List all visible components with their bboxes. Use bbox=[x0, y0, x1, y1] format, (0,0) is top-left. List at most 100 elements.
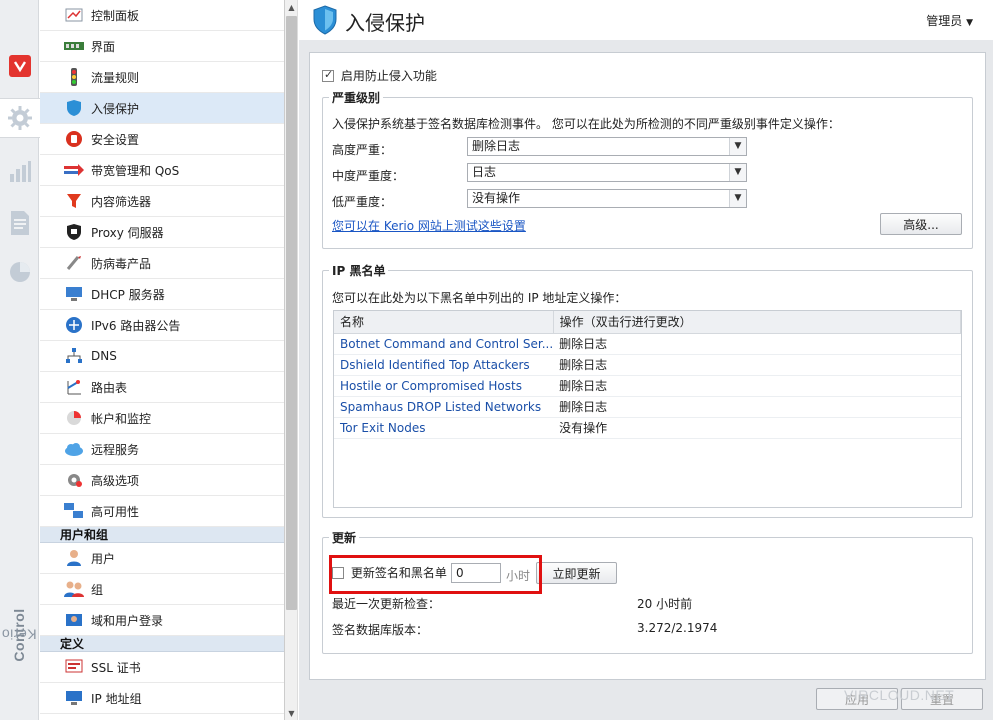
blacklist-name-cell: Botnet Command and Control Ser... bbox=[334, 333, 554, 355]
enable-ips-row[interactable]: 启用防止侵入功能 bbox=[322, 67, 437, 84]
sidebar-item-label: 内容筛选器 bbox=[91, 194, 152, 209]
bandwidth-icon bbox=[64, 161, 84, 179]
sidebar-item[interactable]: 控制面板 bbox=[40, 0, 284, 31]
proxy-server-icon bbox=[64, 223, 84, 241]
sidebar-navigation: 控制面板界面流量规则入侵保护安全设置带宽管理和 QoS 内容筛选器 Proxy 伺服… bbox=[40, 0, 285, 720]
chevron-down-icon: ▼ bbox=[729, 138, 746, 155]
medium-severity-label: 中度严重度： bbox=[332, 169, 405, 183]
enable-ips-checkbox[interactable] bbox=[322, 68, 334, 82]
sidebar-scrollbar[interactable]: ▲ ▼ bbox=[285, 0, 298, 720]
table-row[interactable]: Tor Exit Nodes 没有操作 bbox=[334, 417, 961, 439]
cloud-icon bbox=[64, 440, 84, 458]
enable-ips-label: 启用防止侵入功能 bbox=[340, 69, 437, 83]
scrollbar-thumb[interactable] bbox=[286, 16, 297, 610]
sidebar-item[interactable]: 安全设置 bbox=[40, 124, 284, 155]
sidebar-item[interactable]: 高可用性 bbox=[40, 496, 284, 527]
table-row[interactable]: Botnet Command and Control Ser... 删除日志 bbox=[334, 333, 961, 355]
sidebar-item-label: 路由表 bbox=[91, 380, 128, 395]
table-row[interactable]: Hostile or Compromised Hosts 删除日志 bbox=[334, 375, 961, 397]
advanced-options-icon bbox=[64, 471, 84, 489]
sidebar-item[interactable]: 远程服务 bbox=[40, 434, 284, 465]
ipv6-router-icon bbox=[64, 316, 84, 334]
medium-severity-select[interactable]: 日志 ▼ bbox=[467, 163, 747, 182]
sidebar-item[interactable]: 组 bbox=[40, 574, 284, 605]
blacklist-action-cell[interactable]: 删除日志 bbox=[553, 333, 961, 355]
high-availability-icon bbox=[64, 502, 84, 520]
watermark: VIRCLOUD.NET bbox=[844, 687, 955, 703]
user-menu[interactable]: 管理员 ▼ bbox=[926, 12, 973, 29]
status-bars-icon[interactable] bbox=[0, 152, 39, 192]
content-area: 启用防止侵入功能 严重级别 入侵保护系统基于签名数据库检测事件。 您可以在此处为… bbox=[299, 40, 993, 720]
update-legend: 更新 bbox=[332, 531, 357, 545]
page-header: 入侵保护 管理员 ▼ bbox=[299, 0, 993, 40]
sidebar-item[interactable]: 域和用户登录 bbox=[40, 605, 284, 636]
app-rail: Kerio Control bbox=[0, 0, 40, 720]
sidebar-item[interactable]: 带宽管理和 QoS bbox=[40, 155, 284, 186]
sidebar-item[interactable]: 内容筛选器 bbox=[40, 186, 284, 217]
kerio-logo-icon[interactable] bbox=[0, 46, 39, 86]
blacklist-action-cell[interactable]: 删除日志 bbox=[553, 354, 961, 376]
kerio-control-brand: Kerio Control bbox=[1, 608, 37, 662]
routing-table-icon bbox=[64, 378, 84, 396]
blacklist-action-cell[interactable]: 删除日志 bbox=[553, 396, 961, 418]
caret-down-icon: ▼ bbox=[966, 18, 973, 28]
statistics-pie-icon[interactable] bbox=[0, 252, 39, 292]
high-severity-select[interactable]: 删除日志 ▼ bbox=[467, 137, 747, 156]
scroll-down-arrow-icon[interactable]: ▼ bbox=[285, 706, 298, 720]
sidebar-item[interactable]: SSL 证书 bbox=[40, 652, 284, 683]
traffic-light-icon bbox=[64, 68, 84, 86]
blacklist-action-cell[interactable]: 没有操作 bbox=[553, 417, 961, 439]
sidebar-item-label: DHCP 服务器 bbox=[91, 287, 165, 302]
sidebar-item-label: 防病毒产品 bbox=[91, 256, 152, 271]
low-severity-select[interactable]: 没有操作 ▼ bbox=[467, 189, 747, 208]
sidebar-item-label: IP 地址组 bbox=[91, 691, 142, 706]
sidebar-item-label: 流量规则 bbox=[91, 70, 140, 85]
update-now-button[interactable]: 立即更新 bbox=[536, 562, 617, 584]
sidebar-item-label: 高级选项 bbox=[91, 473, 140, 488]
sidebar-item[interactable]: DNS bbox=[40, 341, 284, 372]
sidebar-item[interactable]: Proxy 伺服器 bbox=[40, 217, 284, 248]
sidebar-item[interactable]: IPv6 路由器公告 bbox=[40, 310, 284, 341]
test-settings-link[interactable]: 您可以在 Kerio 网站上测试这些设置 bbox=[332, 217, 526, 234]
configuration-gear-icon[interactable] bbox=[0, 98, 40, 138]
ssl-certificate-icon bbox=[64, 658, 84, 676]
table-row[interactable]: Dshield Identified Top Attackers 删除日志 bbox=[334, 354, 961, 376]
blacklist-table-container: 名称 操作（双击行进行更改） Botnet Command and Contro… bbox=[333, 310, 962, 508]
hand-stop-icon bbox=[64, 130, 84, 148]
scroll-up-arrow-icon[interactable]: ▲ bbox=[285, 0, 298, 14]
column-header-action[interactable]: 操作（双击行进行更改） bbox=[553, 311, 961, 334]
sidebar-item-label: 界面 bbox=[91, 39, 116, 54]
sidebar-group-header: 用户和组 bbox=[40, 527, 284, 543]
last-check-label: 最近一次更新检查： bbox=[332, 597, 441, 611]
page-title: 入侵保护 bbox=[345, 11, 425, 35]
blacklist-action-cell[interactable]: 删除日志 bbox=[553, 375, 961, 397]
sidebar-item-label: 域和用户登录 bbox=[91, 613, 164, 628]
sidebar-item-label: Proxy 伺服器 bbox=[91, 225, 164, 240]
sidebar-item[interactable]: IP 地址组 bbox=[40, 683, 284, 714]
sidebar-item-label: 高可用性 bbox=[91, 504, 140, 519]
sidebar-item[interactable]: 入侵保护 bbox=[40, 93, 284, 124]
sidebar-item[interactable]: 防病毒产品 bbox=[40, 248, 284, 279]
column-header-name[interactable]: 名称 bbox=[334, 311, 554, 334]
severity-description: 入侵保护系统基于签名数据库检测事件。 您可以在此处为所检测的不同严重级别事件定义… bbox=[332, 117, 840, 131]
chevron-down-icon: ▼ bbox=[729, 164, 746, 181]
sidebar-item[interactable]: 流量规则 bbox=[40, 62, 284, 93]
db-version-label: 签名数据库版本： bbox=[332, 623, 429, 637]
group-icon bbox=[64, 580, 84, 598]
low-severity-label: 低严重度： bbox=[332, 195, 393, 209]
sidebar-item[interactable]: 帐户和监控 bbox=[40, 403, 284, 434]
sidebar-item[interactable]: 用户 bbox=[40, 543, 284, 574]
sidebar-item[interactable]: 路由表 bbox=[40, 372, 284, 403]
shield-icon bbox=[312, 5, 338, 38]
sidebar-item-label: DNS bbox=[91, 349, 117, 363]
sidebar-item[interactable]: 界面 bbox=[40, 31, 284, 62]
sidebar-item[interactable]: 高级选项 bbox=[40, 465, 284, 496]
accounting-icon bbox=[64, 409, 84, 427]
sidebar-item[interactable]: DHCP 服务器 bbox=[40, 279, 284, 310]
logs-document-icon[interactable] bbox=[0, 203, 39, 243]
table-row[interactable]: Spamhaus DROP Listed Networks 删除日志 bbox=[334, 396, 961, 418]
dhcp-icon bbox=[64, 285, 84, 303]
advanced-button[interactable]: 高级... bbox=[880, 213, 962, 235]
sidebar-item-label: 安全设置 bbox=[91, 132, 140, 147]
sidebar-item-label: SSL 证书 bbox=[91, 660, 141, 675]
